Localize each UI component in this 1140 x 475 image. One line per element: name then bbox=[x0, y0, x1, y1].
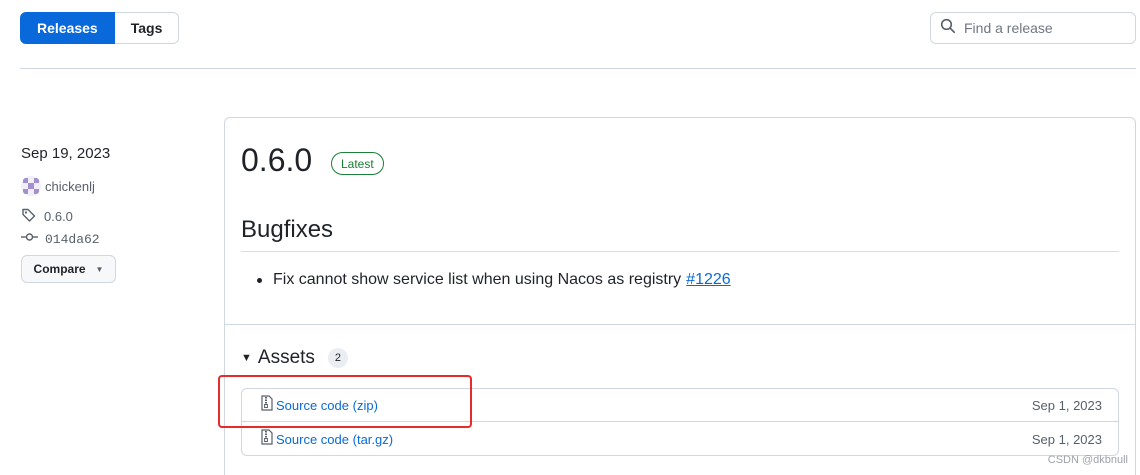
file-zip-icon bbox=[260, 429, 276, 450]
asset-name[interactable]: Source code bbox=[276, 432, 349, 447]
release-title[interactable]: 0.6.0 bbox=[241, 142, 312, 179]
search-box[interactable] bbox=[930, 12, 1136, 44]
release-commit[interactable]: 014da62 bbox=[21, 229, 100, 249]
triangle-down-icon: ▼ bbox=[241, 352, 252, 364]
asset-link-targz[interactable]: Source code (tar.gz) bbox=[276, 432, 393, 447]
commit-sha[interactable]: 014da62 bbox=[45, 232, 100, 247]
assets-toggle[interactable]: ▼ Assets 2 bbox=[241, 347, 348, 369]
asset-date: Sep 1, 2023 bbox=[1031, 397, 1102, 413]
author-name[interactable]: chickenlj bbox=[45, 179, 95, 194]
latest-badge: Latest bbox=[331, 152, 384, 175]
asset-link-zip[interactable]: Source code (zip) bbox=[276, 398, 378, 413]
release-tag[interactable]: 0.6.0 bbox=[21, 207, 73, 226]
bullet bbox=[257, 277, 262, 283]
watermark: CSDN @dkbnull bbox=[1047, 454, 1128, 466]
asset-date: Sep 1, 2023 bbox=[1031, 432, 1102, 447]
bugfix-text: Fix cannot show service list when using … bbox=[273, 271, 682, 288]
tag-label[interactable]: 0.6.0 bbox=[44, 209, 73, 224]
search-input[interactable] bbox=[964, 20, 1124, 36]
issue-link[interactable]: #1226 bbox=[686, 271, 731, 289]
file-zip-icon bbox=[260, 394, 276, 416]
assets-list: Source code (zip) Sep 1, 2023 Source cod… bbox=[241, 388, 1119, 456]
assets-count-badge: 2 bbox=[327, 348, 348, 368]
tab-releases[interactable]: Releases bbox=[20, 12, 115, 44]
asset-row: Source code (zip) Sep 1, 2023 bbox=[242, 389, 1118, 422]
asset-row: Source code (tar.gz) Sep 1, 2023 bbox=[242, 423, 1118, 456]
compare-button[interactable]: Compare ▼ bbox=[21, 255, 116, 283]
search-icon bbox=[940, 18, 956, 39]
release-date: Sep 19, 2023 bbox=[21, 145, 111, 162]
triangle-down-icon: ▼ bbox=[95, 264, 104, 274]
asset-ext[interactable]: (tar.gz) bbox=[353, 432, 393, 447]
avatar[interactable] bbox=[21, 176, 41, 196]
asset-name[interactable]: Source code bbox=[276, 398, 349, 413]
heading-underline bbox=[241, 251, 1119, 252]
tab-tags[interactable]: Tags bbox=[114, 12, 180, 44]
assets-label[interactable]: Assets bbox=[258, 347, 315, 369]
compare-label: Compare bbox=[33, 262, 86, 276]
section-heading: Bugfixes bbox=[241, 216, 334, 243]
list-item: Fix cannot show service list when using … bbox=[257, 271, 731, 289]
release-card: 0.6.0 Latest Bugfixes Fix cannot show se… bbox=[224, 117, 1136, 475]
card-divider bbox=[225, 324, 1135, 325]
tag-icon bbox=[21, 207, 44, 226]
asset-ext[interactable]: (zip) bbox=[353, 398, 378, 413]
release-tabs: Releases Tags bbox=[20, 12, 180, 44]
release-author[interactable]: chickenlj bbox=[21, 176, 95, 196]
header-divider bbox=[20, 68, 1136, 69]
commit-icon bbox=[21, 229, 45, 249]
